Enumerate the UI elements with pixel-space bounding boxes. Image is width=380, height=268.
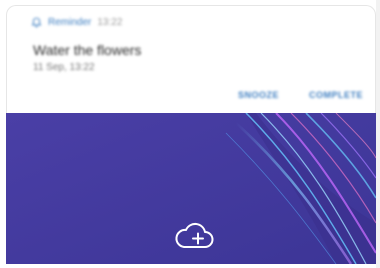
complete-button[interactable]: COMPLETE [309,90,363,100]
notification-subtitle: 11 Sep, 13:22 [33,62,95,73]
bell-icon [31,17,42,28]
notification-title: Water the flowers [33,42,142,58]
reminder-notification[interactable]: Reminder 13:22 Water the flowers 11 Sep,… [6,5,376,113]
snooze-button[interactable]: SNOOZE [238,90,279,100]
lock-screen: Reminder 13:22 Water the flowers 11 Sep,… [0,0,380,268]
notification-header: Reminder 13:22 [31,17,122,28]
app-name: Reminder [48,17,92,28]
screen-edge [376,0,380,268]
cloud-add-icon[interactable] [172,222,218,252]
notification-time: 13:22 [97,17,123,28]
notification-actions: SNOOZE COMPLETE [238,90,363,100]
